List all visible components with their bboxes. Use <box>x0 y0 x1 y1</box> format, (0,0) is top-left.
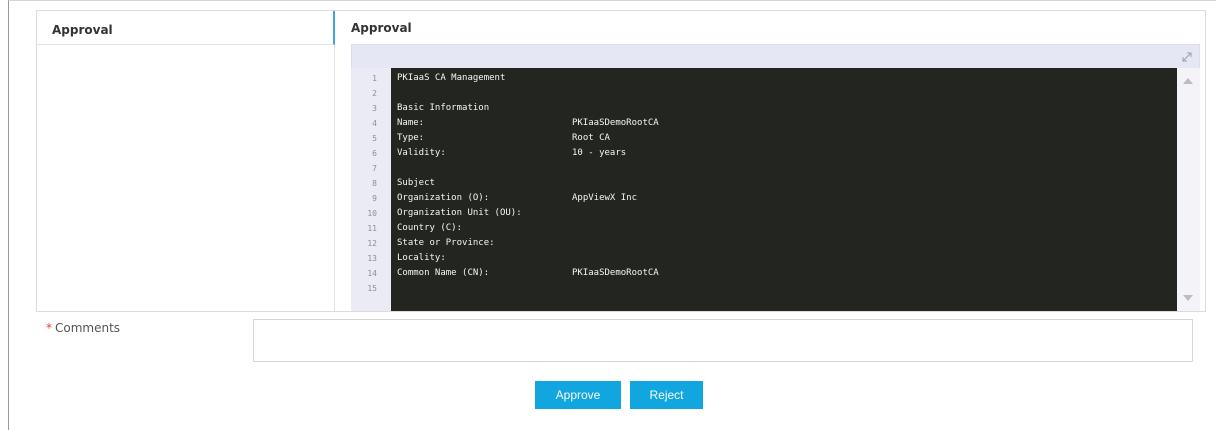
line-number: 13 <box>367 254 377 263</box>
line-number: 6 <box>372 149 377 158</box>
line-number: 4 <box>372 119 377 128</box>
code-line-label: State or Province: <box>397 238 495 248</box>
code-line-value: AppViewX Inc <box>572 193 638 203</box>
scroll-down-icon[interactable] <box>1183 295 1193 301</box>
code-line-label: Common Name (CN): <box>397 268 490 278</box>
sidebar-body <box>37 45 335 311</box>
line-number: 3 <box>372 104 377 113</box>
code-line-label: Name: <box>397 118 425 128</box>
code-line-label: Locality: <box>397 253 446 263</box>
reject-button[interactable]: Reject <box>630 381 703 409</box>
code-line-label: PKIaaS CA Management <box>397 73 506 83</box>
code-line-value: PKIaaSDemoRootCA <box>572 118 659 128</box>
code-line-label: Subject <box>397 178 435 188</box>
code-editor[interactable]: 1 2 3 4 5 6 7 8 9 10 11 12 13 14 15 PKIaaS CA Manageme… <box>351 68 1200 311</box>
code-line-value: 10 - years <box>572 148 627 158</box>
code-line-value: Root CA <box>572 133 610 143</box>
line-number: 14 <box>367 269 377 278</box>
code-line-label: Organization (O): <box>397 193 490 203</box>
required-marker: * <box>46 321 52 335</box>
code-line-label: Type: <box>397 133 425 143</box>
code-line-label: Basic Information <box>397 103 490 113</box>
comments-label-text: Comments <box>55 321 121 335</box>
line-number: 7 <box>372 164 377 173</box>
line-number-gutter: 1 2 3 4 5 6 7 8 9 10 11 12 13 14 15 <box>351 68 391 311</box>
sidebar-title: Approval <box>52 23 113 37</box>
approve-button[interactable]: Approve <box>535 381 621 409</box>
editor-scrollbar[interactable] <box>1177 68 1200 311</box>
line-number: 5 <box>372 134 377 143</box>
line-number: 1 <box>372 74 377 83</box>
comments-field[interactable] <box>253 319 1193 362</box>
editor-toolbar <box>351 44 1200 69</box>
section-title: Approval <box>351 21 412 35</box>
line-number: 11 <box>367 224 377 233</box>
line-number: 2 <box>372 89 377 98</box>
line-number: 9 <box>372 194 377 203</box>
code-line-value: PKIaaSDemoRootCA <box>572 268 659 278</box>
code-line-label: Country (C): <box>397 223 463 233</box>
line-number: 12 <box>367 239 377 248</box>
comments-label: * Comments <box>46 321 120 335</box>
line-number: 15 <box>367 284 377 293</box>
code-area[interactable]: PKIaaS CA Management Basic Information Nam… <box>391 68 1177 311</box>
scroll-up-icon[interactable] <box>1183 78 1193 84</box>
approval-panel: Approval Approval 1 2 3 4 5 6 7 8 9 10 11 12 13 14 15 … <box>36 10 1206 312</box>
sidebar-tab-approval[interactable]: Approval <box>37 11 335 45</box>
line-number: 10 <box>367 209 377 218</box>
line-number: 8 <box>372 179 377 188</box>
code-line-label: Organization Unit (OU): <box>397 208 522 218</box>
expand-icon[interactable] <box>1180 50 1194 64</box>
code-line-label: Validity: <box>397 148 446 158</box>
